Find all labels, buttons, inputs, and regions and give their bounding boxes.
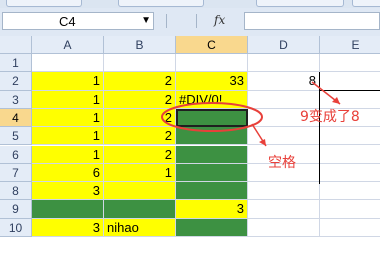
annotation-overlay xyxy=(161,81,341,147)
annotation-blank: 空格 xyxy=(268,155,296,171)
highlight-circle xyxy=(161,102,263,132)
annotation-nine-became-eight: 9变成了8 xyxy=(300,109,360,125)
